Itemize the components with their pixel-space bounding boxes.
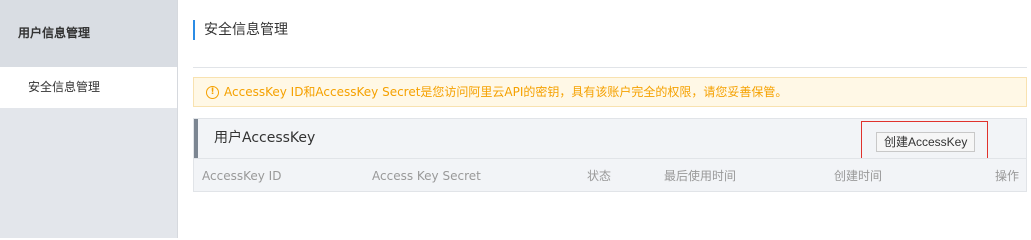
column-header-accesskey-id: AccessKey ID: [202, 169, 282, 183]
sidebar: 用户信息管理 安全信息管理: [0, 0, 178, 238]
main-content: 安全信息管理 ! AccessKey ID和AccessKey Secret是您…: [178, 0, 1031, 238]
page-title: 安全信息管理: [193, 20, 288, 40]
accesskey-panel: 用户AccessKey 创建AccessKey AccessKey ID Acc…: [193, 118, 1027, 192]
sidebar-item-label: 安全信息管理: [28, 80, 101, 94]
column-header-created: 创建时间: [834, 169, 883, 183]
panel-title: 用户AccessKey: [214, 130, 316, 146]
create-accesskey-button[interactable]: 创建AccessKey: [876, 132, 976, 152]
alert-text: AccessKey ID和AccessKey Secret是您访问阿里云API的…: [224, 85, 788, 99]
divider: [193, 67, 1027, 68]
panel-header: 用户AccessKey 创建AccessKey: [194, 119, 1026, 159]
column-header-last-used: 最后使用时间: [664, 169, 737, 183]
warning-circle-icon: !: [206, 85, 219, 99]
column-header-actions: 操作: [994, 169, 1019, 183]
column-header-accesskey-secret: Access Key Secret: [372, 169, 481, 183]
table-header: AccessKey ID Access Key Secret 状态 最后使用时间…: [194, 158, 1026, 193]
highlight-box: 创建AccessKey: [861, 121, 988, 159]
column-header-status: 状态: [587, 169, 612, 183]
sidebar-header[interactable]: 用户信息管理: [0, 0, 177, 67]
warning-alert: ! AccessKey ID和AccessKey Secret是您访问阿里云AP…: [193, 77, 1027, 107]
sidebar-item-security-info[interactable]: 安全信息管理: [0, 67, 177, 108]
